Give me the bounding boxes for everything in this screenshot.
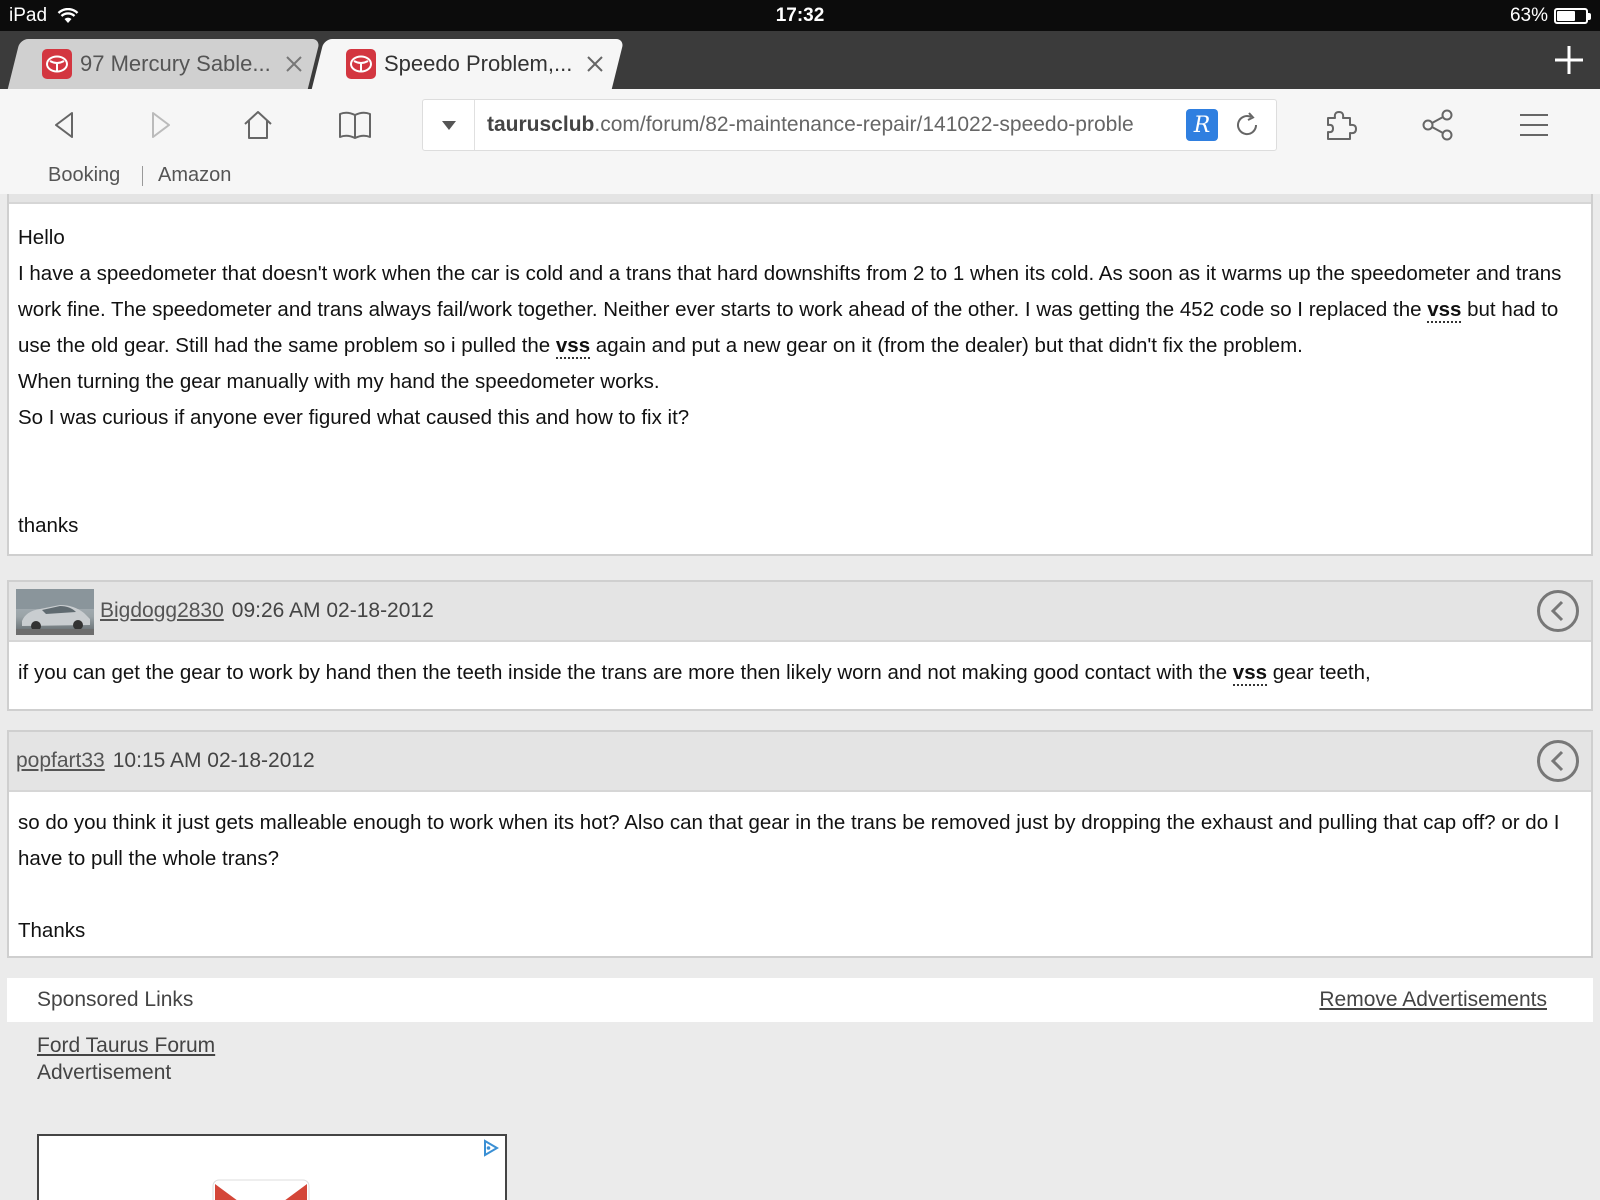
- home-button[interactable]: [240, 107, 276, 143]
- book-icon: [339, 111, 371, 139]
- post-header: popfart33 10:15 AM 02-18-2012: [9, 732, 1591, 792]
- forum-post: Hello I have a speedometer that doesn't …: [7, 194, 1593, 556]
- car-avatar-icon: [16, 589, 94, 635]
- share-button[interactable]: [1420, 107, 1456, 143]
- post-meta: Bigdogg2830 09:26 AM 02-18-2012: [100, 599, 434, 623]
- share-icon: [1422, 109, 1453, 141]
- bookmark-amazon[interactable]: Amazon: [158, 164, 231, 187]
- forward-arrow-icon: [152, 112, 170, 138]
- bookmarks-button[interactable]: [337, 107, 373, 143]
- post-header: Bigdogg2830 09:26 AM 02-18-2012: [9, 582, 1591, 642]
- menu-button[interactable]: [1516, 107, 1552, 143]
- post-paragraph: if you can get the gear to work by hand …: [18, 661, 1371, 686]
- url-text[interactable]: taurusclub.com/forum/82-maintenance-repa…: [475, 113, 1186, 137]
- chevron-down-icon: [441, 121, 456, 130]
- ad-title-link[interactable]: Ford Taurus Forum: [37, 1032, 215, 1059]
- post-menu-button[interactable]: [1537, 740, 1579, 782]
- post-header-partial: [9, 194, 1591, 204]
- url-path: .com/forum/82-maintenance-repair/141022-…: [594, 113, 1134, 136]
- post-body: so do you think it just gets malleable e…: [9, 792, 1591, 965]
- post-body: if you can get the gear to work by hand …: [9, 642, 1591, 707]
- back-button[interactable]: [47, 107, 83, 143]
- forum-post: Bigdogg2830 09:26 AM 02-18-2012 if you c…: [7, 580, 1593, 711]
- forward-button[interactable]: [142, 107, 178, 143]
- post-timestamp: 10:15 AM 02-18-2012: [112, 749, 315, 772]
- post-paragraph: I have a speedometer that doesn't work w…: [18, 262, 1562, 359]
- tab-strip: 97 Mercury Sable... Speedo Problem,...: [0, 31, 1600, 89]
- reader-mode-button[interactable]: R: [1186, 109, 1218, 141]
- site-favicon-icon: [42, 49, 72, 79]
- vss-keyword-link[interactable]: vss: [555, 334, 591, 359]
- ad-text-block: Ford Taurus Forum Advertisement: [37, 1032, 215, 1086]
- tab-title: 97 Mercury Sable...: [80, 51, 271, 76]
- site-favicon-icon: [346, 49, 376, 79]
- vss-keyword-link[interactable]: vss: [1427, 298, 1462, 323]
- post-author-link[interactable]: popfart33: [16, 749, 105, 773]
- page-content: Hello I have a speedometer that doesn't …: [0, 194, 1600, 1200]
- post-timestamp: 09:26 AM 02-18-2012: [231, 599, 434, 622]
- post-paragraph: so do you think it just gets malleable e…: [18, 811, 1560, 870]
- user-avatar[interactable]: [16, 589, 94, 635]
- hamburger-menu-icon: [1520, 114, 1548, 136]
- bookmarks-bar: Booking Amazon: [0, 160, 1600, 194]
- battery-percent: 63%: [1509, 5, 1548, 26]
- post-meta: popfart33 10:15 AM 02-18-2012: [16, 749, 315, 773]
- home-icon: [244, 111, 272, 139]
- sponsored-links-bar: Sponsored Links Remove Advertisements: [7, 978, 1593, 1022]
- chevron-left-icon: [1550, 600, 1564, 622]
- close-tab-icon[interactable]: [584, 53, 606, 75]
- post-author-link[interactable]: Bigdogg2830: [100, 599, 224, 623]
- status-bar: iPad 17:32 63%: [0, 0, 1600, 31]
- mail-icon: [212, 1179, 310, 1200]
- tab-speedo-problem[interactable]: Speedo Problem,...: [311, 39, 625, 89]
- puzzle-icon: [1327, 111, 1357, 140]
- forum-post: popfart33 10:15 AM 02-18-2012 so do you …: [7, 730, 1593, 958]
- bookmark-booking[interactable]: Booking: [48, 164, 120, 187]
- back-arrow-icon: [55, 112, 73, 138]
- battery-fill: [1557, 11, 1575, 21]
- new-tab-plus-icon[interactable]: [1552, 43, 1586, 77]
- chevron-left-icon: [1550, 750, 1564, 772]
- battery-icon: [1554, 8, 1591, 24]
- url-domain: taurusclub: [487, 113, 595, 136]
- extensions-button[interactable]: [1323, 107, 1359, 143]
- post-greeting: Hello: [18, 226, 65, 249]
- post-signoff: Thanks: [18, 919, 86, 942]
- vss-keyword-link[interactable]: vss: [1232, 661, 1268, 686]
- ad-subtitle: Advertisement: [37, 1061, 172, 1084]
- post-paragraph: So I was curious if anyone ever figured …: [18, 406, 690, 429]
- post-body: Hello I have a speedometer that doesn't …: [9, 204, 1591, 560]
- status-right: 63%: [1509, 5, 1591, 27]
- post-menu-button[interactable]: [1537, 590, 1579, 632]
- sponsored-label: Sponsored Links: [37, 988, 194, 1011]
- ad-banner[interactable]: [37, 1134, 507, 1200]
- address-bar[interactable]: taurusclub.com/forum/82-maintenance-repa…: [422, 99, 1277, 151]
- post-signoff: thanks: [18, 514, 79, 537]
- remove-ads-link[interactable]: Remove Advertisements: [1319, 988, 1547, 1012]
- status-time: 17:32: [775, 5, 825, 26]
- url-dropdown-button[interactable]: [423, 100, 475, 150]
- reload-icon[interactable]: [1232, 110, 1262, 140]
- bookmark-separator: [142, 166, 143, 186]
- post-paragraph: When turning the gear manually with my h…: [18, 370, 660, 393]
- browser-toolbar: taurusclub.com/forum/82-maintenance-repa…: [0, 89, 1600, 160]
- tab-mercury-sable[interactable]: 97 Mercury Sable...: [7, 39, 321, 89]
- close-tab-icon[interactable]: [283, 53, 305, 75]
- tab-title: Speedo Problem,...: [384, 51, 573, 76]
- adchoices-icon[interactable]: [481, 1138, 501, 1158]
